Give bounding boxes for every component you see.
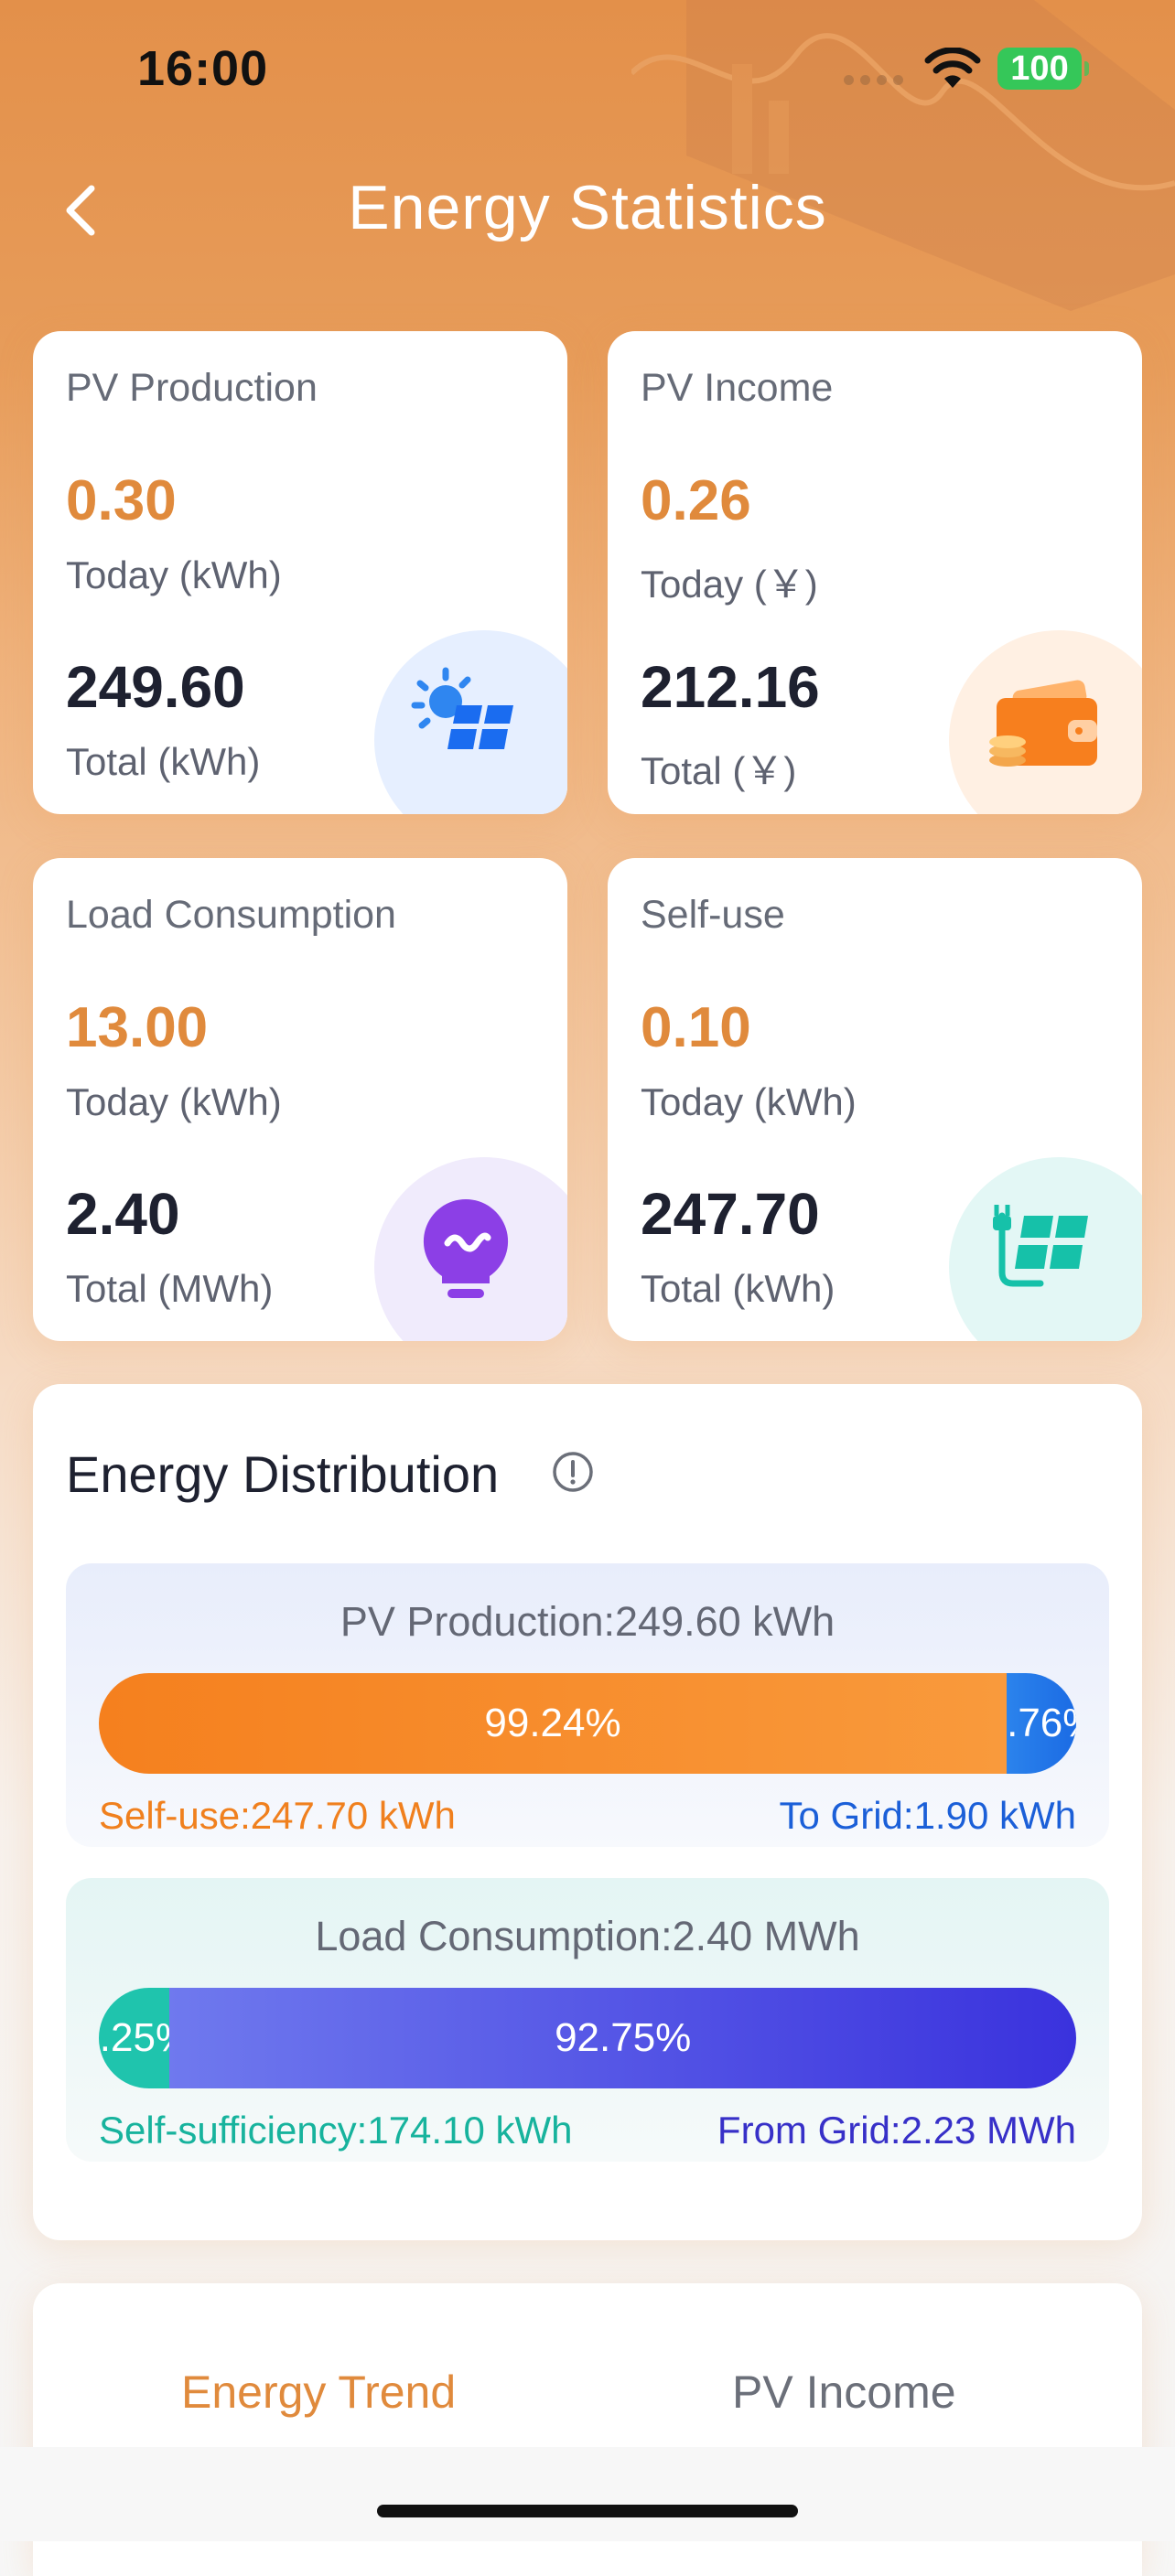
self-sufficiency-legend: Self-sufficiency:174.10 kWh xyxy=(99,2109,573,2152)
total-label: Total (kWh) xyxy=(641,1267,835,1310)
tab-pv-income[interactable]: PV Income xyxy=(732,2366,956,2419)
panel-title: Load Consumption:2.40 MWh xyxy=(315,1913,860,1959)
battery-indicator: 100 xyxy=(997,48,1089,90)
total-value: 247.70 xyxy=(641,1181,820,1247)
wallet-icon xyxy=(949,630,1142,814)
card-title: PV Income xyxy=(641,366,834,410)
panel-title: PV Production:249.60 kWh xyxy=(340,1598,835,1645)
info-icon[interactable] xyxy=(551,1450,595,1494)
self-use-segment: 99.24% xyxy=(99,1673,1007,1774)
page-title: Energy Statistics xyxy=(348,173,827,242)
load-consumption-card[interactable]: Load Consumption 13.00 Today (kWh) 2.40 … xyxy=(33,858,567,1341)
total-label: Total (MWh) xyxy=(66,1267,274,1310)
card-title: Self-use xyxy=(641,893,785,937)
card-title: PV Production xyxy=(66,366,318,410)
today-label: Today (kWh) xyxy=(641,1080,857,1123)
total-value: 249.60 xyxy=(66,654,245,720)
today-value: 0.26 xyxy=(641,469,751,532)
from-grid-legend: From Grid:2.23 MWh xyxy=(717,2109,1076,2152)
today-label: Today (kWh) xyxy=(66,1080,282,1123)
navigation-bar: Energy Statistics xyxy=(0,156,1175,265)
load-distribution-bar: 7.25% 92.75% xyxy=(99,1988,1076,2088)
home-indicator xyxy=(377,2505,798,2517)
self-use-card[interactable]: Self-use 0.10 Today (kWh) 247.70 Total (… xyxy=(608,858,1142,1341)
card-title: Load Consumption xyxy=(66,893,396,937)
today-label: Today (￥) xyxy=(641,563,818,606)
to-grid-legend: To Grid:1.90 kWh xyxy=(779,1794,1076,1837)
today-label: Today (kWh) xyxy=(66,553,282,596)
total-value: 212.16 xyxy=(641,654,820,720)
from-grid-segment: 92.75% xyxy=(169,1988,1076,2088)
status-bar: 16:00 100 xyxy=(0,0,1175,137)
today-value: 0.30 xyxy=(66,469,177,532)
cellular-signal-icon xyxy=(844,75,903,85)
pv-income-card[interactable]: PV Income 0.26 Today (￥) 212.16 Total (￥… xyxy=(608,331,1142,814)
total-label: Total (￥) xyxy=(641,749,797,792)
wifi-icon xyxy=(924,48,981,88)
status-time: 16:00 xyxy=(137,41,269,96)
to-grid-segment: 0.76% xyxy=(1007,1673,1076,1774)
load-consumption-distribution: Load Consumption:2.40 MWh 7.25% 92.75% S… xyxy=(66,1878,1109,2162)
total-label: Total (kWh) xyxy=(66,740,261,783)
section-title: Energy Distribution xyxy=(66,1445,500,1503)
energy-distribution-card: Energy Distribution PV Production:249.60… xyxy=(33,1384,1142,2240)
plug-panel-icon xyxy=(949,1157,1142,1341)
self-use-legend: Self-use:247.70 kWh xyxy=(99,1794,456,1837)
total-value: 2.40 xyxy=(66,1181,180,1247)
bottom-safe-area xyxy=(0,2447,1175,2541)
today-value: 0.10 xyxy=(641,996,751,1059)
pv-production-card[interactable]: PV Production 0.30 Today (kWh) 249.60 To… xyxy=(33,331,567,814)
solar-panel-icon xyxy=(374,630,567,814)
self-sufficiency-segment: 7.25% xyxy=(99,1988,170,2088)
pv-production-distribution: PV Production:249.60 kWh 99.24% 0.76% Se… xyxy=(66,1563,1109,1847)
today-value: 13.00 xyxy=(66,996,209,1059)
lightbulb-icon xyxy=(374,1157,567,1341)
tab-energy-trend[interactable]: Energy Trend xyxy=(181,2366,456,2419)
pv-distribution-bar: 99.24% 0.76% xyxy=(99,1673,1076,1774)
